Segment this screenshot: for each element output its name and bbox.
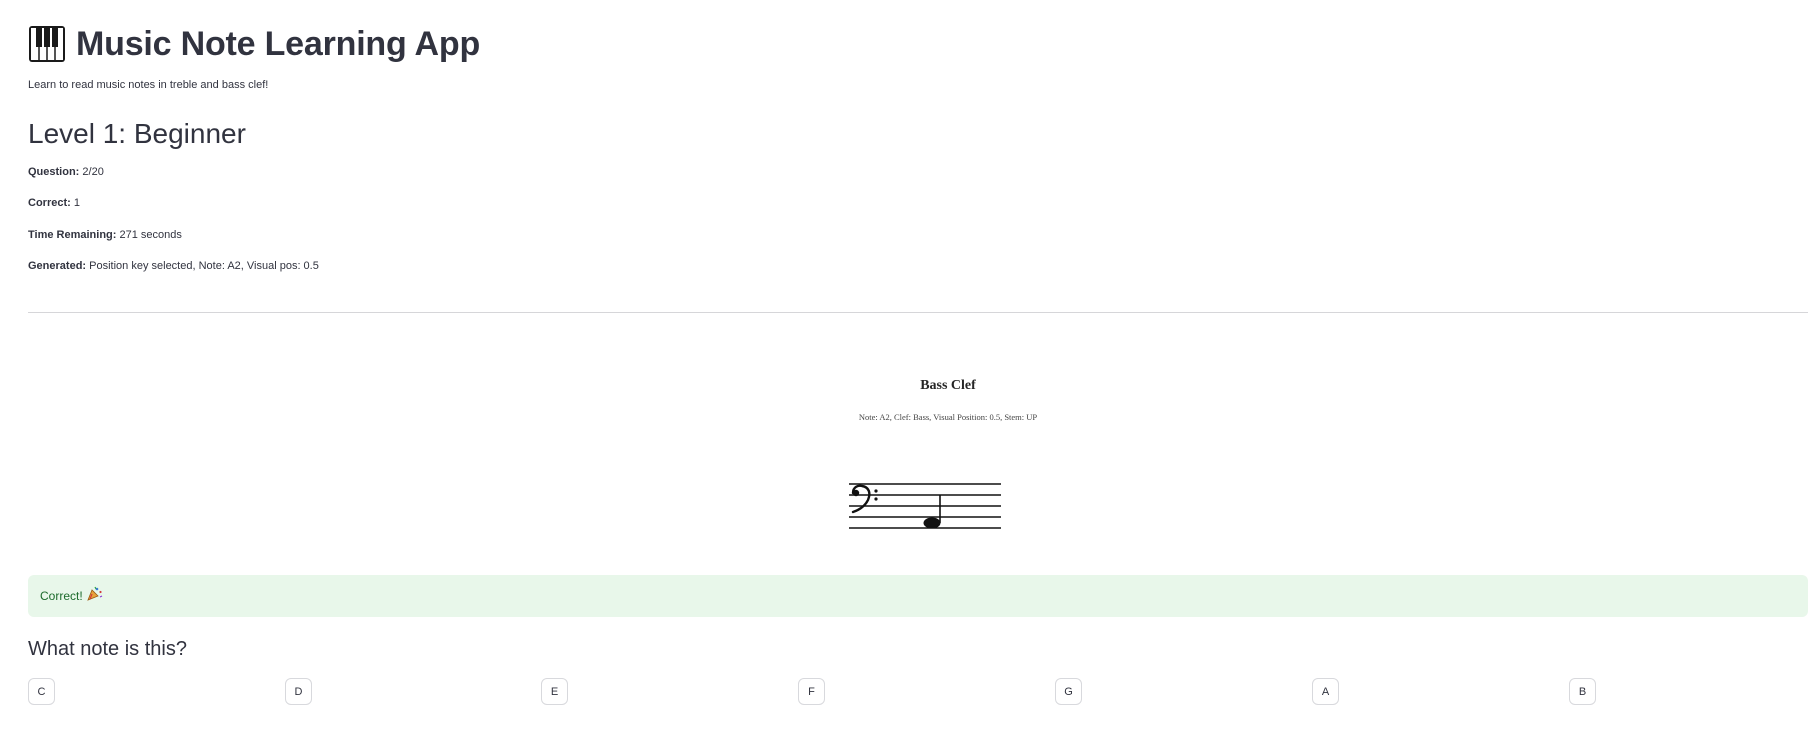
feedback-text: Correct!	[40, 589, 83, 603]
question-counter-label: Question:	[28, 166, 80, 178]
answer-button-a[interactable]: A	[1312, 678, 1339, 705]
generated-info: Generated: Position key selected, Note: …	[28, 260, 319, 272]
level-heading: Level 1: Beginner	[28, 118, 246, 149]
correct-counter-label: Correct:	[28, 197, 71, 209]
title-row: Music Note Learning App	[28, 22, 480, 66]
page-subtitle: Learn to read music notes in treble and …	[28, 79, 269, 91]
answer-button-b[interactable]: B	[1569, 678, 1596, 705]
music-staff	[849, 483, 1001, 529]
feedback-alert: Correct!	[28, 575, 1808, 617]
piano-keys-icon	[28, 25, 66, 63]
generated-info-label: Generated:	[28, 260, 87, 272]
question-counter: Question: 2/20	[28, 166, 104, 178]
time-remaining: Time Remaining: 271 seconds	[28, 229, 182, 241]
time-remaining-label: Time Remaining:	[28, 229, 117, 241]
correct-counter-value: 1	[73, 197, 80, 209]
staff-title: Bass Clef	[920, 378, 976, 393]
note-head	[923, 517, 941, 529]
staff-info: Note: A2, Clef: Bass, Visual Position: 0…	[858, 412, 1038, 422]
divider	[28, 312, 1808, 313]
answer-button-e[interactable]: E	[541, 678, 568, 705]
correct-counter: Correct: 1	[28, 197, 80, 209]
answer-button-g[interactable]: G	[1055, 678, 1082, 705]
answer-button-d[interactable]: D	[285, 678, 312, 705]
answer-button-c[interactable]: C	[28, 678, 55, 705]
time-remaining-value: 271 seconds	[119, 229, 182, 241]
answer-button-f[interactable]: F	[798, 678, 825, 705]
page-title: Music Note Learning App	[76, 24, 481, 63]
question-counter-value: 2/20	[82, 166, 104, 178]
generated-info-value: Position key selected, Note: A2, Visual …	[89, 260, 319, 272]
party-popper-icon	[86, 586, 103, 606]
bass-clef-icon	[851, 484, 878, 514]
question-prompt: What note is this?	[28, 638, 187, 660]
